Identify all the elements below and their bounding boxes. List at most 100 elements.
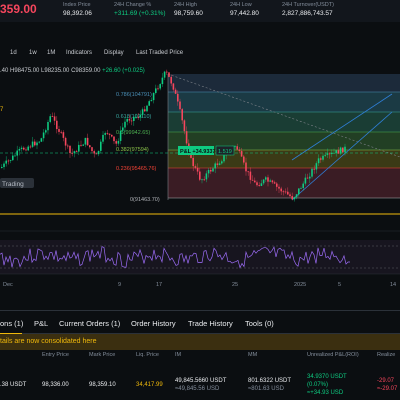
candle-body bbox=[205, 173, 208, 180]
tab-order-history[interactable]: Order History bbox=[131, 319, 176, 328]
candle-body bbox=[104, 133, 106, 135]
high-label: 24H High bbox=[174, 2, 197, 8]
candle-body bbox=[300, 187, 302, 189]
candle-body bbox=[234, 146, 236, 148]
candle-body bbox=[207, 169, 210, 174]
consolidation-notice: tails are now consolidated here bbox=[0, 334, 400, 350]
candle-body bbox=[249, 171, 252, 180]
candle-body bbox=[60, 131, 62, 133]
pnl-qty: 1.519 bbox=[218, 149, 232, 155]
fib-zone-3 bbox=[168, 112, 400, 132]
candle-body bbox=[80, 144, 82, 146]
candle-body bbox=[177, 93, 179, 102]
candle-body bbox=[126, 119, 128, 122]
fib-zone-6 bbox=[168, 168, 400, 198]
candle-body bbox=[45, 130, 47, 133]
candle-body bbox=[240, 151, 243, 157]
interval-1m-button[interactable]: 1M bbox=[47, 50, 55, 56]
high-stat: 24H High 98,759.60 bbox=[174, 2, 203, 18]
candle-body bbox=[3, 163, 5, 168]
candle-body bbox=[124, 121, 126, 128]
change-value: +311.69 (+0.31%) bbox=[114, 10, 166, 17]
candle-body bbox=[56, 120, 58, 130]
candle-body bbox=[282, 191, 285, 193]
candle-body bbox=[210, 169, 212, 172]
candle-body bbox=[337, 150, 340, 154]
position-size: .38 USDT bbox=[0, 382, 27, 388]
turnover-label: 24H Turnover(USDT) bbox=[282, 2, 334, 8]
im-value: 49,845.5660 USDT bbox=[175, 378, 227, 384]
candle-body bbox=[122, 127, 124, 131]
candle-body bbox=[84, 137, 87, 145]
candle-body bbox=[7, 160, 10, 162]
candle-body bbox=[172, 83, 175, 90]
interval-1w-button[interactable]: 1w bbox=[29, 50, 37, 56]
tab-current-orders[interactable]: Current Orders (1) bbox=[59, 319, 120, 328]
candle-body bbox=[194, 166, 197, 168]
candle-body bbox=[102, 134, 104, 142]
candle-body bbox=[106, 133, 109, 134]
candle-body bbox=[71, 152, 73, 154]
upnl-value: 34.9370 USDT bbox=[307, 374, 347, 380]
last-traded-price-select[interactable]: Last Traded Price bbox=[136, 50, 183, 56]
price-chart[interactable]: 0.786(104791) 0.618(102110) 0.5(99942.65… bbox=[0, 60, 400, 310]
candle-body bbox=[304, 177, 307, 184]
interval-1d-button[interactable]: 1d bbox=[10, 50, 17, 56]
candle-body bbox=[306, 177, 309, 179]
change-label: 24H Change % bbox=[114, 2, 152, 8]
indicators-button[interactable]: Indicators bbox=[66, 50, 92, 56]
candle-body bbox=[280, 188, 282, 192]
candle-body bbox=[133, 116, 135, 122]
candle-body bbox=[93, 151, 95, 154]
tab-pnl[interactable]: P&L bbox=[34, 319, 48, 328]
candle-body bbox=[174, 89, 177, 94]
candle-body bbox=[29, 146, 32, 148]
candle-body bbox=[117, 140, 120, 144]
candle-body bbox=[322, 155, 324, 160]
candle-body bbox=[40, 138, 43, 142]
candle-body bbox=[170, 76, 172, 84]
candle-body bbox=[262, 179, 265, 184]
candle-body bbox=[18, 148, 21, 151]
mark-price: 98,359.10 bbox=[89, 382, 116, 388]
candle-body bbox=[42, 132, 45, 139]
candle-body bbox=[9, 160, 12, 161]
candle-body bbox=[247, 171, 249, 173]
candle-body bbox=[328, 153, 331, 155]
date-label-14: 14 bbox=[390, 282, 396, 288]
date-label-dec: Dec bbox=[3, 282, 13, 288]
candle-body bbox=[339, 147, 342, 154]
candle-body bbox=[335, 150, 337, 153]
candle-body bbox=[97, 150, 100, 155]
candle-body bbox=[67, 145, 69, 147]
ticker-stats-bar: 359.00 Index Price 98,392.06 24H Change … bbox=[0, 0, 400, 22]
candle-body bbox=[212, 168, 214, 172]
candle-body bbox=[91, 147, 93, 152]
candle-body bbox=[276, 183, 278, 187]
candle-body bbox=[113, 136, 115, 142]
trading-label: Trading bbox=[2, 181, 24, 188]
candle-body bbox=[254, 180, 256, 183]
tab-trade-history[interactable]: Trade History bbox=[188, 319, 233, 328]
tab-tools[interactable]: Tools (0) bbox=[245, 319, 274, 328]
realized-pnl: -29.07 bbox=[377, 378, 395, 384]
candle-body bbox=[157, 88, 159, 90]
tab-positions[interactable]: ons (1) bbox=[0, 319, 23, 328]
candle-body bbox=[150, 100, 153, 102]
display-button[interactable]: Display bbox=[104, 50, 124, 56]
candle-body bbox=[289, 194, 291, 197]
fib-label-4: 0.382(97594) bbox=[116, 147, 149, 153]
index-price-label: Index Price bbox=[63, 2, 91, 8]
candle-body bbox=[38, 141, 40, 143]
candle-body bbox=[260, 183, 263, 186]
candle-body bbox=[152, 93, 155, 101]
date-label-9: 9 bbox=[118, 282, 121, 288]
candle-body bbox=[331, 152, 333, 154]
candle-body bbox=[141, 109, 144, 115]
candle-body bbox=[14, 155, 16, 157]
fib-label-1: 0.786(104791) bbox=[116, 92, 152, 98]
date-label-17: 17 bbox=[156, 282, 162, 288]
date-label-5: 5 bbox=[338, 282, 341, 288]
candle-body bbox=[238, 149, 241, 152]
candle-body bbox=[295, 194, 298, 198]
